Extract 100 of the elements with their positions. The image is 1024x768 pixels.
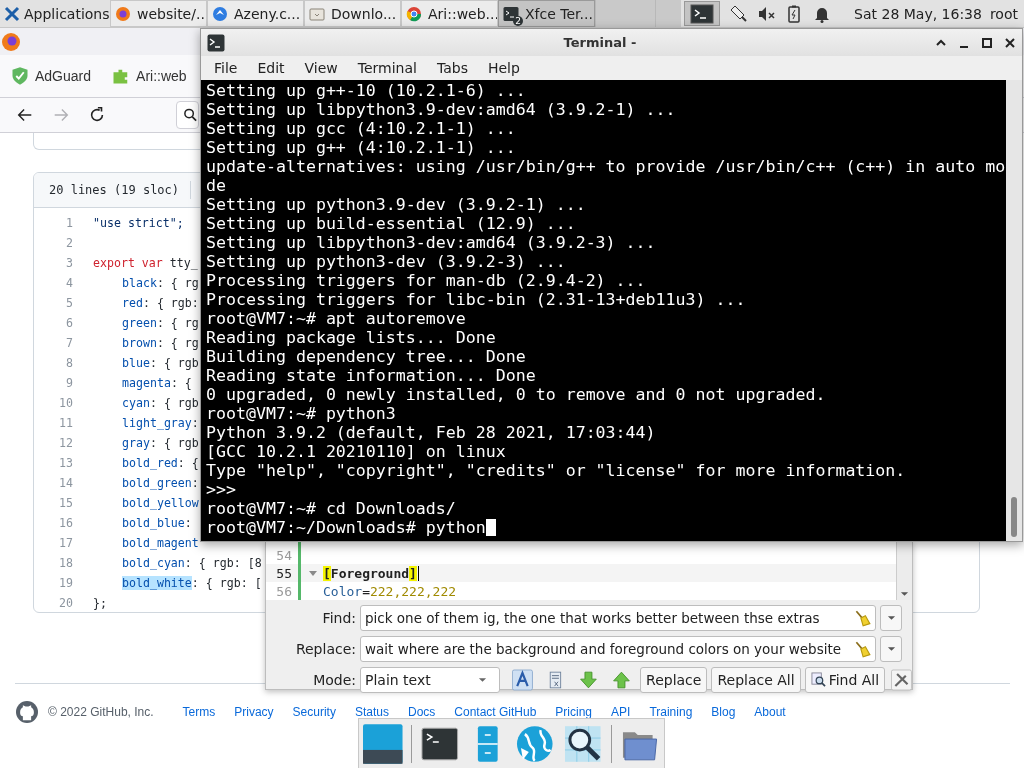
code-line: blue: { rgb [122,356,199,370]
line-number: 8 [65,356,73,370]
footer-link[interactable]: Contact GitHub [454,705,537,719]
line-number: 11 [58,416,73,430]
line-number: 55 [275,565,292,581]
code-line: bold_yellow [122,496,199,510]
terminal-line: Building dependency tree... Done [206,347,526,366]
footer-link[interactable]: Training [649,705,693,719]
terminal-line: Setting up gcc (4:10.2.1-1) ... [206,119,516,138]
code-line: gray: { rgb [122,436,199,450]
menu-item[interactable]: View [294,60,348,76]
replace-field[interactable]: wait where are the background and foreground colors on your website [360,635,876,662]
terminal-line: Setting up libpython3.9-dev:amd64 (3.9.2-1) ... [206,100,676,119]
terminal-line: de [206,176,226,195]
menu-item[interactable]: File [204,60,248,76]
find-label: Find: [321,609,356,626]
code-line: [Foreground] [323,565,417,581]
line-number: 9 [65,376,73,390]
line-number: 13 [58,456,73,470]
terminal-line: Type "help", "copyright", "credits" or "license" for more information. [206,461,906,480]
footer-link[interactable]: Status [354,705,389,719]
code-line: bold_white: { rgb: [ [122,576,262,590]
terminal-line: Reading package lists... Done [206,328,496,347]
dialog-button[interactable]: Replace All [711,666,801,693]
taskbar-button[interactable]: Azeny.c... [207,0,304,27]
line-number: 1 [65,216,73,230]
terminal-line: Processing triggers for man-db (2.9.4-2) ... [206,271,646,290]
applications-menu[interactable]: Applications [0,0,110,27]
terminal-line: Python 3.9.2 (default, Feb 28 2021, 17:03:44) [206,423,656,442]
line-number: 17 [58,536,73,550]
line-number: 10 [58,396,73,410]
taskbar-button[interactable]: website/... [110,0,207,27]
line-number: 7 [65,336,73,350]
file-info: 20 lines (19 sloc) [49,183,180,197]
footer-link[interactable]: About [754,705,786,719]
terminal-line: Setting up python3-dev (3.9.2-3) ... [206,252,566,271]
terminal-line: root@VM7:~# apt autoremove [206,309,466,328]
terminal-line: Reading state information... Done [206,366,536,385]
footer-link[interactable]: Pricing [555,705,593,719]
code-line: bold_green: [122,476,199,490]
terminal-line: Setting up build-essential (12.9) ... [206,214,576,233]
menu-item[interactable]: Edit [247,60,295,76]
code-line: bold_cyan: { rgb: [8 [122,556,262,570]
code-line: Color=222,222,222 [323,583,457,599]
window-count-badge: 2 [513,15,523,26]
menu-item[interactable]: Terminal [347,60,427,76]
bookmark[interactable]: Ari::web [111,66,187,86]
menu-item[interactable]: Tabs [426,60,478,76]
code-line: bold_red: { [122,456,199,470]
code-line: "use strict"; [93,216,184,230]
footer-link[interactable]: Privacy [234,705,274,719]
replace-label: Replace: [294,640,356,657]
line-number: 12 [58,436,73,450]
line-number: 16 [58,516,73,530]
code-line: magenta: { [122,376,192,390]
find-field[interactable]: pick one of them ig, the one that works better between thse extras [360,604,876,631]
terminal-line: Setting up libpython3-dev:amd64 (3.9.2-3) ... [206,233,656,252]
copyright-text: © 2022 GitHub, Inc. [48,705,154,719]
footer-link[interactable]: Terms [182,705,216,719]
line-number: 18 [58,556,73,570]
code-line: brown: { rg [122,336,199,350]
footer-link[interactable]: Docs [407,705,436,719]
line-number: 15 [58,496,73,510]
menu-item[interactable]: Help [477,60,530,76]
terminal-line: update-alternatives: using /usr/bin/g++ to provide /usr/bin/c++ (c++) in auto mo [206,157,1006,176]
code-line: green: { rg [122,316,199,330]
code-line: bold_blue: [122,516,192,530]
user-name[interactable]: root [989,5,1018,22]
code-line: bold_magent [122,536,199,550]
terminal-line: root@VM7:~/Downloads# python [206,518,486,537]
dialog-button[interactable]: Find All [804,666,886,693]
terminal-line: Setting up g++-10 (10.2.1-6) ... [206,81,526,100]
line-number: 5 [65,296,73,310]
dialog-button[interactable]: Replace [640,666,708,693]
code-line: }; [93,596,107,610]
line-number: 3 [65,256,73,270]
code-line: cyan: { rgb [122,396,199,410]
taskbar-button[interactable]: 2 Xfce Ter... [498,0,595,27]
mode-dropdown[interactable]: Plain text [360,666,501,693]
terminal-line: Setting up python3.9-dev (3.9.2-1) ... [206,195,586,214]
taskbar-button[interactable]: Ari::web... [401,0,498,27]
terminal-line: Processing triggers for libc-bin (2.31-13+deb11u3) ... [206,290,746,309]
terminal-line: 0 upgraded, 0 newly installed, 0 to remove and 0 not upgraded. [206,385,826,404]
line-number: 4 [65,276,73,290]
code-line: export var tty_ [93,256,198,270]
terminal-line: root@VM7:~# python3 [206,404,396,423]
terminal-line: [GCC 10.2.1 20210110] on linux [206,442,506,461]
line-number: 56 [275,583,292,599]
footer-link[interactable]: Security [292,705,336,719]
footer-link[interactable]: API [611,705,631,719]
line-number: 20 [58,596,73,610]
terminal-line: root@VM7:~# cd Downloads/ [206,499,456,518]
terminal-line: >>> [206,480,236,499]
bookmark[interactable]: AdGuard [10,66,92,86]
taskbar-button[interactable]: Downlo... [304,0,401,27]
footer-link[interactable]: Blog [711,705,736,719]
mode-label: Mode: [312,671,356,688]
line-number: 19 [58,576,73,590]
code-line: red: { rgb: [122,296,199,310]
clock[interactable]: Sat 28 May, 16:38 [854,5,982,22]
